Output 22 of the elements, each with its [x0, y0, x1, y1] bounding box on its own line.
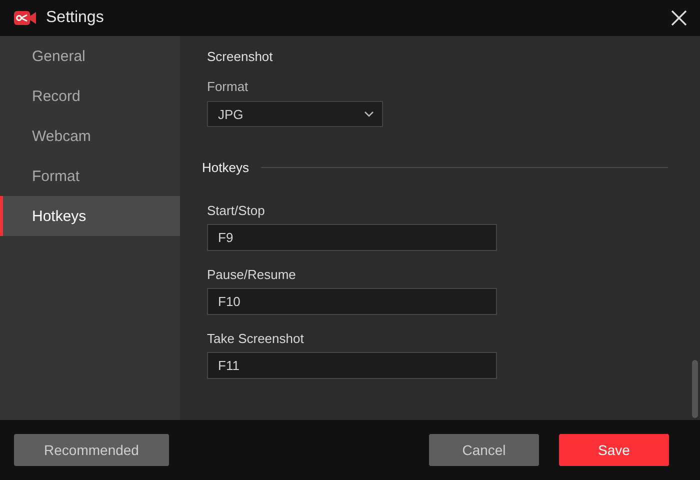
field-label: Format [207, 79, 250, 94]
hotkey-field[interactable]: F11 [207, 352, 497, 379]
field-label: Pause/Resume [207, 267, 297, 282]
field-label: Start/Stop [207, 203, 266, 218]
hotkey-field[interactable]: F9 [207, 224, 497, 251]
format-dropdown[interactable]: JPG [207, 101, 383, 127]
scrollbar-thumb[interactable] [692, 360, 698, 418]
sidebar-item[interactable]: Hotkeys [0, 196, 180, 236]
cancel-button[interactable]: Cancel [429, 434, 539, 466]
recommended-button[interactable]: Recommended [14, 434, 169, 466]
camera-icon [14, 10, 36, 26]
section-heading: Screenshot [207, 49, 274, 64]
save-button[interactable]: Save [559, 434, 669, 466]
section-heading: Hotkeys [202, 160, 249, 175]
sidebar-item[interactable]: Format [0, 156, 180, 196]
window-title: Settings [46, 9, 105, 27]
sidebar-item[interactable]: Record [0, 76, 180, 116]
chevron-down-icon [364, 111, 374, 117]
hotkey-field[interactable]: F10 [207, 288, 497, 315]
sidebar-item[interactable]: General [0, 36, 180, 76]
field-label: Take Screenshot [207, 331, 305, 346]
sidebar-item[interactable]: Webcam [0, 116, 180, 156]
